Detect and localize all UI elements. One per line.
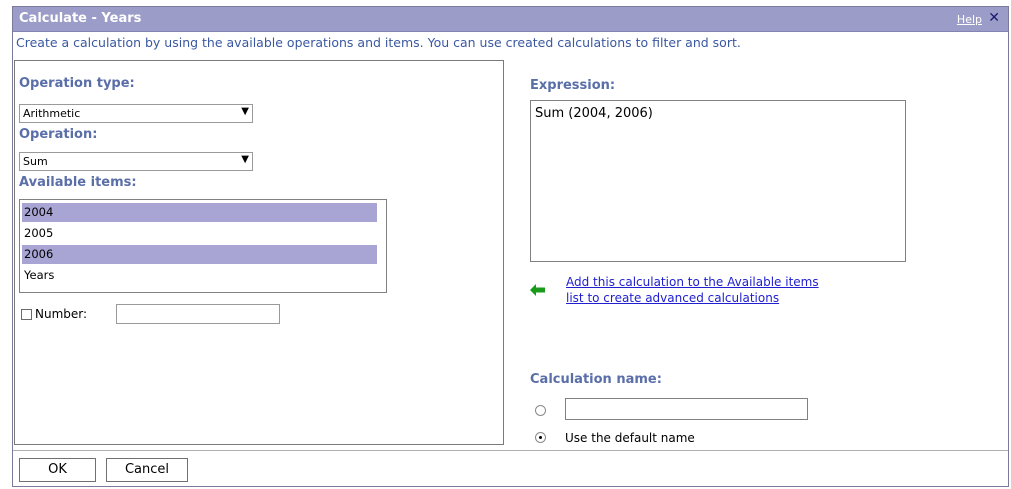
number-label: Number: [35, 307, 88, 321]
list-item[interactable]: 2004 [22, 203, 377, 222]
operation-label: Operation: [19, 127, 98, 142]
chevron-down-icon: ▼ [241, 154, 249, 165]
number-input[interactable] [116, 304, 280, 324]
custom-name-radio[interactable] [535, 405, 546, 416]
operation-type-value: Arithmetic [23, 107, 81, 120]
add-calculation-link-line1[interactable]: Add this calculation to the Available it… [566, 274, 819, 290]
operation-type-select[interactable]: Arithmetic ▼ [19, 104, 253, 123]
available-items-list[interactable]: 2004 2005 2006 Years [19, 199, 387, 293]
operation-value: Sum [23, 155, 48, 168]
dialog-title: Calculate - Years [19, 11, 142, 26]
help-link[interactable]: Help [957, 13, 982, 26]
list-item[interactable]: 2006 [22, 245, 377, 264]
list-item[interactable]: Years [22, 266, 377, 285]
ok-button[interactable]: OK [19, 458, 96, 482]
add-calculation-link[interactable]: Add this calculation to the Available it… [566, 274, 819, 306]
default-name-radio[interactable] [535, 432, 546, 443]
operation-select[interactable]: Sum ▼ [19, 152, 253, 171]
close-icon[interactable]: ✕ [988, 10, 1000, 26]
cancel-button[interactable]: Cancel [106, 458, 188, 482]
number-checkbox[interactable] [21, 309, 32, 320]
list-item[interactable]: 2005 [22, 224, 377, 243]
expression-box[interactable]: Sum (2004, 2006) [530, 100, 906, 262]
chevron-down-icon: ▼ [241, 106, 249, 117]
default-name-label: Use the default name [565, 431, 695, 445]
footer-divider [13, 450, 1008, 451]
available-items-label: Available items: [19, 175, 137, 190]
expression-label: Expression: [530, 78, 616, 93]
title-bar: Calculate - Years Help ✕ [13, 7, 1008, 32]
radio-selected-dot [539, 436, 542, 439]
expression-value: Sum (2004, 2006) [535, 106, 653, 121]
add-calculation-link-line2[interactable]: list to create advanced calculations [566, 290, 819, 306]
green-left-arrow-icon[interactable] [530, 284, 546, 296]
intro-text: Create a calculation by using the availa… [16, 35, 741, 50]
left-panel: Operation type: Arithmetic ▼ Operation: … [14, 60, 504, 445]
calculation-name-input[interactable] [565, 398, 808, 420]
calculation-name-label: Calculation name: [530, 372, 662, 387]
operation-type-label: Operation type: [19, 76, 135, 91]
